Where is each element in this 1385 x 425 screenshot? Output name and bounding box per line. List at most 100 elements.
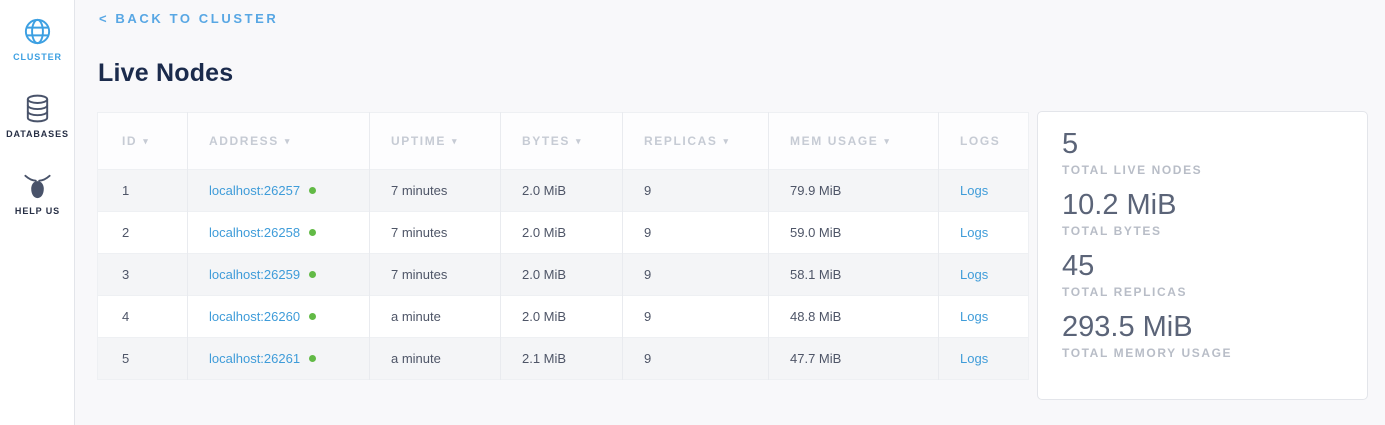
node-live-dot-icon xyxy=(309,313,316,320)
node-uptime-cell: a minute xyxy=(370,338,501,380)
column-header-uptime[interactable]: UPTIME▾ xyxy=(370,113,501,170)
node-id-cell: 4 xyxy=(98,296,188,338)
node-logs-cell: Logs xyxy=(939,170,1029,212)
node-live-dot-icon xyxy=(309,271,316,278)
stat-label: TOTAL BYTES xyxy=(1062,224,1343,238)
node-bytes-cell: 2.1 MiB xyxy=(501,338,623,380)
page-title: Live Nodes xyxy=(98,59,233,88)
summary-stat-total-replicas: 45 TOTAL REPLICAS xyxy=(1062,249,1343,299)
stat-value: 5 xyxy=(1062,127,1343,161)
live-nodes-table: ID▾ADDRESS▾UPTIME▾BYTES▾REPLICAS▾MEM USA… xyxy=(97,112,1028,380)
database-icon xyxy=(22,93,53,124)
column-header-address[interactable]: ADDRESS ▾ xyxy=(188,113,370,170)
node-bytes-cell: 2.0 MiB xyxy=(501,170,623,212)
node-live-dot-icon xyxy=(309,229,316,236)
node-logs-link[interactable]: Logs xyxy=(960,267,988,282)
sort-arrow-icon: ▾ xyxy=(884,136,890,146)
column-header-label: ADDRESS xyxy=(209,134,279,148)
node-mem-usage-cell: 79.9 MiB xyxy=(769,170,939,212)
node-address-cell: localhost:26258 xyxy=(188,212,370,254)
column-header-label: MEM USAGE xyxy=(790,134,878,148)
table-row: 3 localhost:26259 7 minutes2.0 MiB958.1 Mi… xyxy=(98,254,1029,296)
sort-arrow-icon: ▾ xyxy=(285,136,291,146)
node-id-cell: 5 xyxy=(98,338,188,380)
node-address-cell: localhost:26257 xyxy=(188,170,370,212)
summary-stat-total-bytes: 10.2 MiB TOTAL BYTES xyxy=(1062,188,1343,238)
node-id-cell: 1 xyxy=(98,170,188,212)
summary-stat-total-memory-usage: 293.5 MiB TOTAL MEMORY USAGE xyxy=(1062,310,1343,360)
sidebar-item-label: CLUSTER xyxy=(13,52,62,62)
node-mem-usage-cell: 47.7 MiB xyxy=(769,338,939,380)
node-live-dot-icon xyxy=(309,187,316,194)
sort-arrow-icon: ▾ xyxy=(723,136,729,146)
node-replicas-cell: 9 xyxy=(623,254,769,296)
node-mem-usage-cell: 48.8 MiB xyxy=(769,296,939,338)
node-id-cell: 3 xyxy=(98,254,188,296)
sidebar-item-label: DATABASES xyxy=(6,129,69,139)
node-logs-cell: Logs xyxy=(939,338,1029,380)
sort-arrow-icon: ▾ xyxy=(143,136,149,146)
table-row: 4 localhost:26260 a minute2.0 MiB948.8 MiB… xyxy=(98,296,1029,338)
column-header-replicas[interactable]: REPLICAS ▾ xyxy=(623,113,769,170)
stat-label: TOTAL LIVE NODES xyxy=(1062,163,1343,177)
node-address-link[interactable]: localhost:26260 xyxy=(209,309,300,324)
node-bytes-cell: 2.0 MiB xyxy=(501,212,623,254)
node-bytes-cell: 2.0 MiB xyxy=(501,296,623,338)
table-header-row: ID▾ADDRESS▾UPTIME▾BYTES▾REPLICAS▾MEM USA… xyxy=(98,113,1029,170)
node-live-dot-icon xyxy=(309,355,316,362)
column-header-label: REPLICAS xyxy=(644,134,717,148)
node-replicas-cell: 9 xyxy=(623,296,769,338)
node-address-link[interactable]: localhost:26261 xyxy=(209,351,300,366)
summary-panel: 5 TOTAL LIVE NODES 10.2 MiB TOTAL BYTES 45 TO… xyxy=(1037,111,1368,400)
sidebar-item-label: HELP US xyxy=(15,206,60,216)
sort-arrow-icon: ▾ xyxy=(576,136,582,146)
node-replicas-cell: 9 xyxy=(623,170,769,212)
table-row: 1 localhost:26257 7 minutes2.0 MiB979.9 Mi… xyxy=(98,170,1029,212)
node-logs-link[interactable]: Logs xyxy=(960,183,988,198)
stat-value: 293.5 MiB xyxy=(1062,310,1343,344)
stat-label: TOTAL REPLICAS xyxy=(1062,285,1343,299)
node-logs-cell: Logs xyxy=(939,296,1029,338)
node-logs-cell: Logs xyxy=(939,254,1029,296)
stat-value: 10.2 MiB xyxy=(1062,188,1343,222)
sidebar-item-cluster[interactable]: CLUSTER xyxy=(0,16,75,62)
column-header-label: UPTIME xyxy=(391,134,446,148)
node-logs-link[interactable]: Logs xyxy=(960,225,988,240)
table-row: 5localhost:26261a minute2.1 MiB947.7 MiB… xyxy=(98,338,1029,380)
stat-label: TOTAL MEMORY USAGE xyxy=(1062,346,1343,360)
node-address-cell: localhost:26260 xyxy=(188,296,370,338)
summary-stat-total-live-nodes: 5 TOTAL LIVE NODES xyxy=(1062,127,1343,177)
node-id-cell: 2 xyxy=(98,212,188,254)
column-header-id[interactable]: ID ▾ xyxy=(98,113,188,170)
globe-icon xyxy=(22,16,53,47)
node-address-cell: localhost:26261 xyxy=(188,338,370,380)
table-row: 2localhost:262587 minutes2.0 MiB959.0 Mi… xyxy=(98,212,1029,254)
column-header-label: ID xyxy=(122,134,137,148)
node-uptime-cell: 7 minutes xyxy=(370,254,501,296)
sidebar-item-help-us[interactable]: HELP US xyxy=(0,170,75,216)
node-address-link[interactable]: localhost:26258 xyxy=(209,225,300,240)
node-uptime-cell: a minute xyxy=(370,296,501,338)
node-address-link[interactable]: localhost:26257 xyxy=(209,183,300,198)
sidebar: CLUSTER DATABASES HELP US xyxy=(0,0,75,425)
back-to-cluster-link[interactable]: < BACK TO CLUSTER xyxy=(99,11,278,26)
node-bytes-cell: 2.0 MiB xyxy=(501,254,623,296)
table-body: 1localhost:262577 minutes2.0 MiB979.9 Mi… xyxy=(98,170,1029,380)
node-logs-link[interactable]: Logs xyxy=(960,351,988,366)
node-mem-usage-cell: 58.1 MiB xyxy=(769,254,939,296)
stat-value: 45 xyxy=(1062,249,1343,283)
node-address-cell: localhost:26259 xyxy=(188,254,370,296)
node-logs-cell: Logs xyxy=(939,212,1029,254)
column-header-label: LOGS xyxy=(960,134,1000,148)
column-header-label: BYTES xyxy=(522,134,570,148)
node-address-link[interactable]: localhost:26259 xyxy=(209,267,300,282)
cockroach-icon xyxy=(22,170,53,201)
column-header-bytes[interactable]: BYTES ▾ xyxy=(501,113,623,170)
node-uptime-cell: 7 minutes xyxy=(370,170,501,212)
column-header-logs: LOGS xyxy=(939,113,1029,170)
node-uptime-cell: 7 minutes xyxy=(370,212,501,254)
column-header-mem-usage[interactable]: MEM USAGE ▾ xyxy=(769,113,939,170)
node-replicas-cell: 9 xyxy=(623,212,769,254)
sidebar-item-databases[interactable]: DATABASES xyxy=(0,93,75,139)
node-logs-link[interactable]: Logs xyxy=(960,309,988,324)
